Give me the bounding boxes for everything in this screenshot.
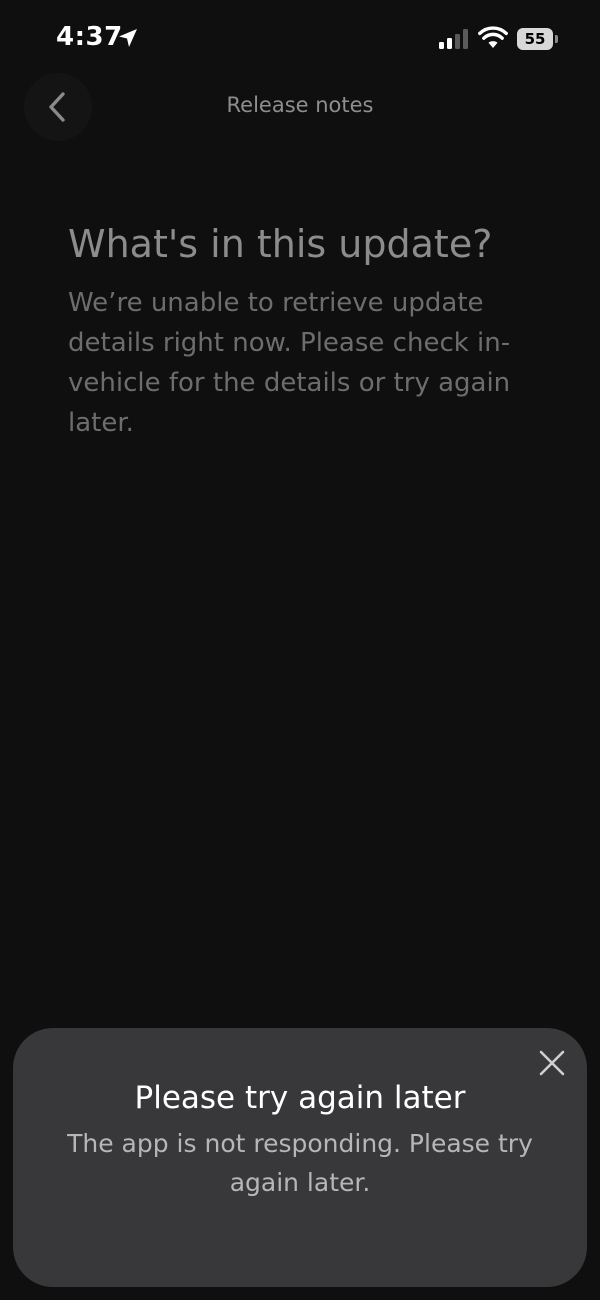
close-icon[interactable] bbox=[537, 1048, 567, 1078]
status-time: 4:37 bbox=[56, 22, 123, 52]
toast-title: Please try again later bbox=[134, 1080, 466, 1116]
battery-nub bbox=[555, 35, 558, 43]
cellular-signal-icon bbox=[439, 29, 468, 49]
error-toast: Please try again later The app is not re… bbox=[13, 1028, 587, 1287]
update-heading: What's in this update? bbox=[68, 222, 493, 266]
page-title: Release notes bbox=[226, 93, 374, 117]
wifi-icon bbox=[478, 26, 508, 48]
battery-level: 55 bbox=[517, 28, 553, 50]
location-arrow-icon bbox=[119, 29, 137, 47]
toast-message: The app is not responding. Please try ag… bbox=[67, 1129, 533, 1197]
battery-icon: 55 bbox=[517, 28, 561, 50]
update-details-message: We’re unable to retrieve update details … bbox=[68, 288, 511, 438]
status-bar: 4:37 55 bbox=[0, 0, 600, 80]
